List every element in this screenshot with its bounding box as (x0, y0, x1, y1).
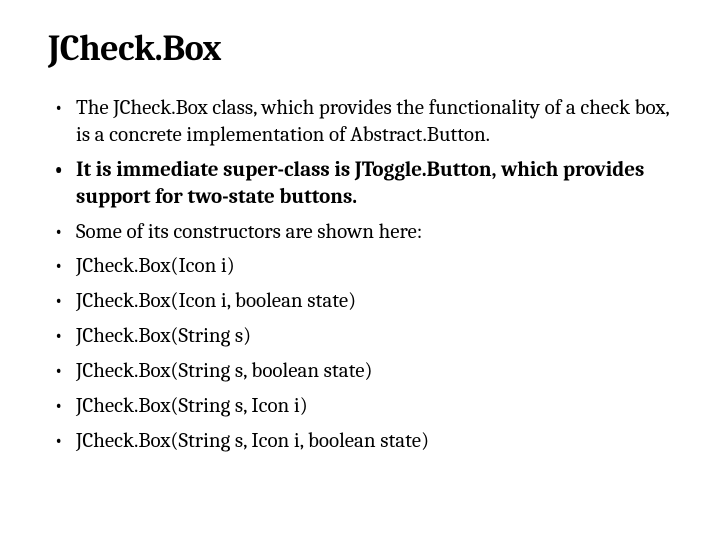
list-item: JCheck.Box(Icon i) (54, 253, 672, 280)
list-item-text: JCheck.Box(String s, Icon i, boolean sta… (76, 429, 429, 453)
list-item-text: Some of its constructors are shown here: (76, 220, 422, 244)
list-item-text: JCheck.Box(Icon i, boolean state) (76, 289, 356, 313)
list-item: It is immediate super-class is JToggle.B… (54, 157, 672, 211)
list-item: JCheck.Box(String s, boolean state) (54, 358, 672, 385)
list-item-text: JCheck.Box(String s) (76, 324, 251, 348)
list-item: JCheck.Box(String s, Icon i) (54, 393, 672, 420)
page-title: JCheck.Box (48, 28, 672, 69)
list-item: Some of its constructors are shown here: (54, 219, 672, 246)
list-item-text: JCheck.Box(String s, boolean state) (76, 359, 373, 383)
list-item-text: The JCheck.Box class, which provides the… (76, 96, 669, 147)
list-item: JCheck.Box(Icon i, boolean state) (54, 288, 672, 315)
list-item-text: JCheck.Box(Icon i) (76, 254, 235, 278)
list-item: The JCheck.Box class, which provides the… (54, 95, 672, 149)
bullet-list: The JCheck.Box class, which provides the… (48, 95, 672, 455)
list-item: JCheck.Box(String s) (54, 323, 672, 350)
list-item-text: It is immediate super-class is JToggle.B… (76, 158, 644, 209)
list-item: JCheck.Box(String s, Icon i, boolean sta… (54, 428, 672, 455)
list-item-text: JCheck.Box(String s, Icon i) (76, 394, 308, 418)
